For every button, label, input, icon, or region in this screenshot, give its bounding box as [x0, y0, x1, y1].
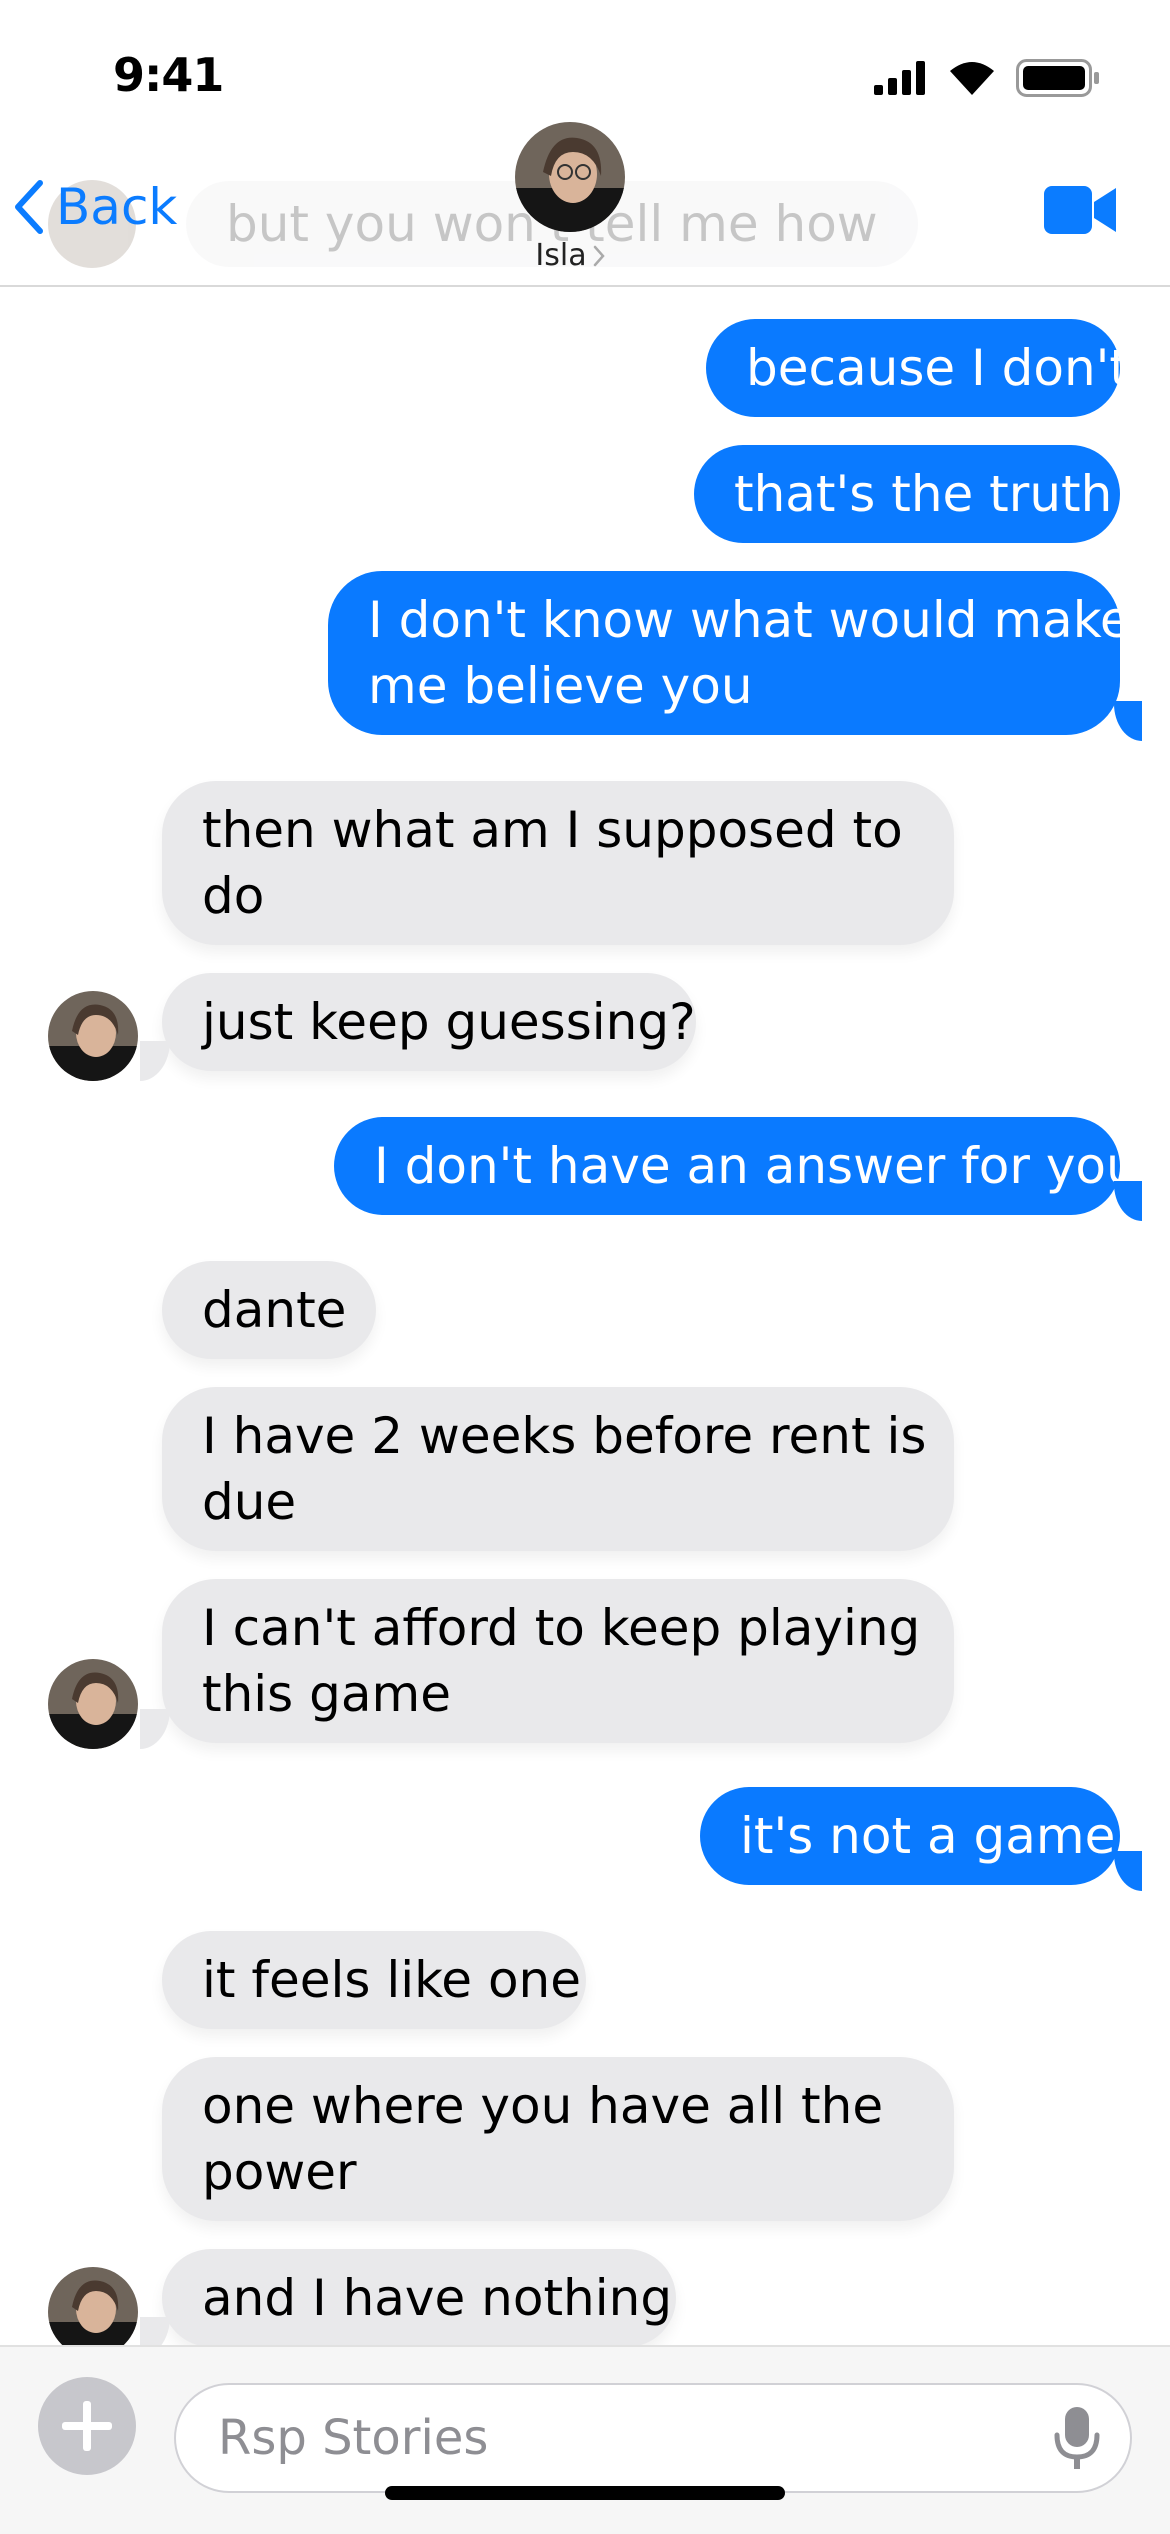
message-text: dante	[202, 1281, 347, 1339]
message-text-line: I have 2 weeks before rent is	[202, 1407, 927, 1465]
back-button[interactable]: Back	[14, 178, 177, 236]
contact-info[interactable]: Isla	[510, 122, 630, 273]
avatar-photo-icon	[48, 1659, 138, 1749]
message-text-line: do	[202, 867, 265, 925]
received-message: then what am I supposed to do	[162, 781, 954, 945]
compose-bar	[0, 2345, 1170, 2534]
bubble-tail	[140, 1041, 170, 1081]
sent-message: because I don't know how	[706, 319, 1170, 417]
signal-icon	[874, 61, 925, 95]
wifi-icon	[950, 62, 994, 95]
video-call-button[interactable]	[1044, 184, 1118, 240]
chevron-right-icon	[593, 245, 605, 266]
message-text: and I have nothing	[202, 2269, 673, 2327]
message-text-line: I don't know what would make	[368, 591, 1131, 649]
microphone-icon	[1054, 2407, 1100, 2469]
bubble-tail	[1114, 1851, 1142, 1891]
received-message: and I have nothing	[162, 2249, 676, 2345]
message-text-line: one where you have all the	[202, 2077, 884, 2135]
message-text: it feels like one	[202, 1951, 582, 2009]
bubble-tail	[1114, 701, 1142, 741]
message-text-line: due	[202, 1473, 297, 1531]
message-input-field[interactable]	[174, 2383, 1132, 2493]
contact-name-row[interactable]: Isla	[510, 238, 630, 273]
contact-avatar[interactable]	[515, 122, 625, 232]
scrolled-message-ghost: but you won't tell me how	[48, 180, 918, 268]
status-icons	[874, 58, 1100, 98]
message-text-line: I can't afford to keep playing	[202, 1599, 921, 1657]
message-text: because I don't know how	[746, 339, 1170, 397]
contact-name: Isla	[535, 238, 587, 273]
conversation-header: but you won't tell me how Back Isla	[0, 122, 1170, 287]
avatar-photo-icon	[515, 122, 625, 232]
contact-avatar-small[interactable]	[48, 2267, 138, 2345]
message-text-line: power	[202, 2143, 357, 2201]
sent-message: I don't have an answer for you	[334, 1117, 1138, 1215]
sent-message: that's the truth	[694, 445, 1120, 543]
plus-icon	[62, 2401, 112, 2451]
contact-avatar-small[interactable]	[48, 991, 138, 1081]
message-text: that's the truth	[734, 465, 1113, 523]
back-label: Back	[56, 178, 178, 236]
add-attachment-button[interactable]	[38, 2377, 136, 2475]
avatar-photo-icon	[48, 991, 138, 1081]
received-message: dante	[162, 1261, 376, 1359]
dictation-button[interactable]	[1052, 2405, 1102, 2477]
battery-icon	[1016, 59, 1099, 97]
sent-message: it's not a game	[700, 1787, 1120, 1885]
bubble-tail	[140, 2317, 170, 2345]
message-text-line: me believe you	[368, 657, 753, 715]
message-text: it's not a game	[740, 1807, 1116, 1865]
contact-avatar-small[interactable]	[48, 1659, 138, 1749]
received-message: one where you have all the power	[162, 2057, 954, 2221]
status-time: 9:41	[113, 48, 224, 102]
bubble-tail	[140, 1709, 170, 1749]
message-text: I don't have an answer for you	[374, 1137, 1138, 1195]
chevron-left-icon	[15, 180, 43, 234]
bubble-tail	[1114, 1181, 1142, 1221]
message-text-line: this game	[202, 1665, 451, 1723]
message-text: just keep guessing?	[202, 993, 696, 1051]
home-indicator	[385, 2486, 785, 2500]
sent-message: I don't know what would make me believe …	[328, 571, 1131, 735]
received-message: I can't afford to keep playing this game	[162, 1579, 954, 1743]
message-text-line: then what am I supposed to	[202, 801, 903, 859]
message-input[interactable]	[216, 2407, 1020, 2469]
avatar-photo-icon	[48, 2267, 138, 2345]
received-message: I have 2 weeks before rent is due	[162, 1387, 954, 1551]
received-message: it feels like one	[162, 1931, 586, 2029]
received-message: just keep guessing?	[162, 973, 696, 1071]
message-thread[interactable]: because I don't know how that's the trut…	[0, 285, 1170, 2345]
video-camera-icon	[1044, 186, 1116, 234]
